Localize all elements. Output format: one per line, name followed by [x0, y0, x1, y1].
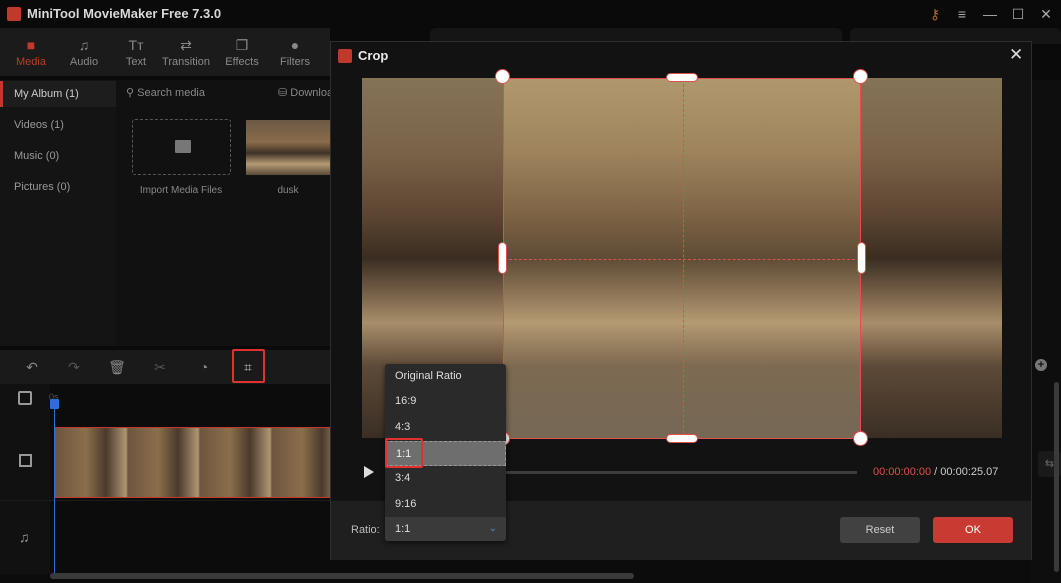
crop-handle-bottom-right[interactable]: [853, 431, 868, 446]
app-logo-icon: [7, 7, 21, 21]
key-icon[interactable]: ⚷: [924, 4, 946, 24]
audio-track-icon: ♫: [19, 529, 30, 545]
crop-rectangle[interactable]: [503, 78, 861, 439]
music-note-icon: ♫: [78, 37, 90, 53]
maximize-icon[interactable]: ☐: [1007, 4, 1029, 24]
crop-handle-left[interactable]: [498, 242, 507, 274]
ratio-label: Ratio:: [351, 524, 380, 536]
split-icon[interactable]: ✂: [149, 356, 171, 378]
current-time: 00:00:00:00: [873, 466, 932, 478]
ratio-option[interactable]: Original Ratio: [385, 364, 506, 389]
add-track-icon[interactable]: [18, 391, 32, 405]
edit-toolbar: ↶ ↷ 🗑 ✂ ◔ ⌗: [0, 350, 330, 384]
ok-button[interactable]: OK: [933, 517, 1013, 543]
sidebar-item-videos[interactable]: Videos (1): [0, 112, 116, 138]
crop-button-highlight: [232, 349, 265, 383]
import-media-button[interactable]: [132, 119, 231, 175]
folder-icon: ■: [26, 37, 36, 53]
delete-icon[interactable]: 🗑: [106, 356, 128, 378]
redo-icon[interactable]: ↷: [63, 356, 85, 378]
playhead-handle[interactable]: [50, 399, 59, 409]
download-icon: ⛁: [278, 87, 291, 99]
track-headers: ♫: [0, 384, 50, 574]
dialog-title: Crop: [358, 48, 389, 63]
close-icon[interactable]: ✕: [1009, 45, 1023, 65]
tab-transition[interactable]: ⇄ Transition: [160, 36, 212, 68]
option-highlight: [385, 438, 423, 468]
app-title: MiniTool MovieMaker Free 7.3.0: [27, 6, 222, 21]
media-thumbnail[interactable]: [246, 120, 330, 175]
ratio-option[interactable]: 3:4: [385, 466, 506, 491]
media-library: ⚲ Search media ⛁ Download Import Media F…: [116, 80, 339, 346]
filters-icon: ●: [290, 37, 300, 53]
tab-audio[interactable]: ♫ Audio: [58, 36, 110, 68]
search-input[interactable]: ⚲ Search media: [126, 86, 205, 99]
main-toolbar: ■ Media ♫ Audio Tт Text ⇄ Transition ❐ Effect…: [0, 28, 330, 76]
zoom-in-icon[interactable]: +: [1035, 359, 1047, 371]
playback-progress-bar[interactable]: [505, 471, 857, 474]
crop-handle-top-left[interactable]: [495, 69, 510, 84]
speed-icon[interactable]: ◔: [193, 356, 215, 378]
close-icon[interactable]: ✕: [1035, 4, 1057, 24]
ratio-select[interactable]: 1:1 ⌄: [385, 517, 506, 541]
crop-handle-bottom[interactable]: [666, 434, 698, 443]
time-display: 00:00:00:00 / 00:00:25.07: [873, 466, 999, 478]
search-icon: ⚲: [126, 87, 138, 99]
crop-handle-right[interactable]: [857, 242, 866, 274]
folder-icon: [175, 140, 191, 153]
crop-handle-top[interactable]: [666, 73, 698, 82]
vertical-scrollbar[interactable]: [1054, 382, 1059, 572]
horizontal-scrollbar[interactable]: [50, 573, 634, 579]
tab-media[interactable]: ■ Media: [5, 36, 57, 68]
reset-button[interactable]: Reset: [840, 517, 920, 543]
effects-icon: ❐: [235, 37, 249, 53]
swap-arrows-icon: ⇄: [180, 37, 192, 53]
sidebar-item-pictures[interactable]: Pictures (0): [0, 174, 116, 200]
crop-handle-top-right[interactable]: [853, 69, 868, 84]
ratio-option[interactable]: 9:16: [385, 492, 506, 517]
library-sidebar: My Album (1) Videos (1) Music (0) Pictur…: [0, 80, 116, 346]
title-bar: MiniTool MovieMaker Free 7.3.0 ⚷ ≡ — ☐ ✕: [0, 0, 1061, 28]
sidebar-item-music[interactable]: Music (0): [0, 143, 116, 169]
tab-effects[interactable]: ❐ Effects: [216, 36, 268, 68]
media-name: dusk: [277, 185, 299, 196]
video-track-icon: [19, 454, 32, 467]
undo-icon[interactable]: ↶: [21, 356, 43, 378]
total-time: 00:00:25.07: [940, 466, 999, 478]
crop-guide-horizontal: [504, 259, 860, 260]
menu-icon[interactable]: ≡: [951, 4, 973, 24]
tab-text[interactable]: Tт Text: [110, 36, 162, 68]
tab-filters[interactable]: ● Filters: [269, 36, 321, 68]
video-clip[interactable]: [55, 427, 335, 498]
import-media-label: Import Media Files: [139, 185, 223, 196]
minimize-icon[interactable]: —: [979, 4, 1001, 24]
chevron-down-icon: ⌄: [488, 523, 497, 534]
crop-dialog-logo-icon: [338, 49, 352, 63]
play-icon[interactable]: [364, 466, 374, 478]
playhead[interactable]: [54, 402, 55, 574]
text-icon: Tт: [128, 37, 144, 53]
ratio-option[interactable]: 16:9: [385, 389, 506, 414]
ratio-option[interactable]: 4:3: [385, 415, 506, 440]
sidebar-item-my-album[interactable]: My Album (1): [0, 81, 116, 107]
